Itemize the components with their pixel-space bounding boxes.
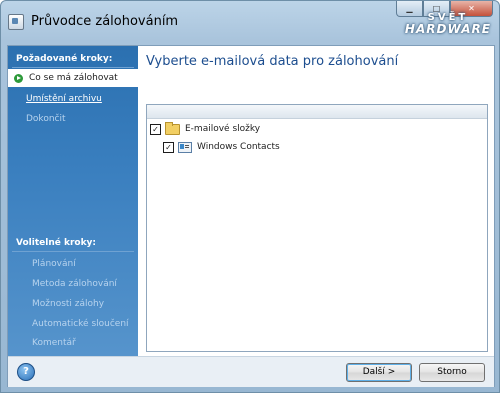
title-bar[interactable]: Průvodce zálohováním ▁ □ ✕ SVĚT HARDWARE xyxy=(1,1,499,45)
page-title: Vyberte e-mailová data pro zálohování xyxy=(146,54,399,69)
next-button[interactable]: Další > xyxy=(346,363,412,382)
cancel-button[interactable]: Storno xyxy=(419,363,485,382)
folder-icon xyxy=(165,121,180,135)
tree-item-email-folders[interactable]: ✓ E-mailové složky xyxy=(150,121,261,136)
sidebar-divider xyxy=(12,67,134,68)
step-archive-location[interactable]: Umístění archivu xyxy=(26,94,102,104)
help-icon[interactable]: ? xyxy=(17,363,35,381)
sidebar-divider xyxy=(12,251,134,252)
app-icon xyxy=(8,14,24,30)
required-steps-heading: Požadované kroky: xyxy=(16,54,113,64)
step-label: Co se má zálohovat xyxy=(29,73,118,83)
wizard-client-area: Požadované kroky: Co se má zálohovat Umí… xyxy=(7,45,495,387)
step-comment[interactable]: Komentář xyxy=(32,338,76,348)
tree-item-label: Windows Contacts xyxy=(197,142,280,152)
contacts-icon xyxy=(178,141,192,153)
windows-contacts-checkbox[interactable]: ✓ xyxy=(163,141,174,153)
tree-item-windows-contacts[interactable]: ✓ Windows Contacts xyxy=(163,140,280,154)
tree-item-label: E-mailové složky xyxy=(185,124,261,134)
email-data-tree[interactable]: ✓ E-mailové složky ✓ Windows Contacts xyxy=(146,104,488,352)
watermark-logo: SVĚT HARDWARE xyxy=(404,13,491,36)
current-step-arrow-icon xyxy=(14,73,23,83)
window-title: Průvodce zálohováním xyxy=(31,14,179,29)
wizard-footer: ? Další > Storno xyxy=(8,356,494,387)
step-what-to-backup[interactable]: Co se má zálohovat xyxy=(8,69,138,87)
step-scheduling[interactable]: Plánování xyxy=(32,259,76,269)
step-backup-options[interactable]: Možnosti zálohy xyxy=(32,299,104,309)
step-finish: Dokončit xyxy=(26,114,66,124)
steps-sidebar: Požadované kroky: Co se má zálohovat Umí… xyxy=(8,46,138,356)
backup-wizard-window: Průvodce zálohováním ▁ □ ✕ SVĚT HARDWARE… xyxy=(0,0,500,393)
email-folders-checkbox[interactable]: ✓ xyxy=(150,123,161,135)
optional-steps-heading: Volitelné kroky: xyxy=(16,238,97,248)
step-auto-consolidation[interactable]: Automatické sloučení xyxy=(32,319,129,329)
step-backup-method[interactable]: Metoda zálohování xyxy=(32,279,117,289)
watermark-line-2: HARDWARE xyxy=(404,22,491,36)
tree-header xyxy=(147,105,487,119)
